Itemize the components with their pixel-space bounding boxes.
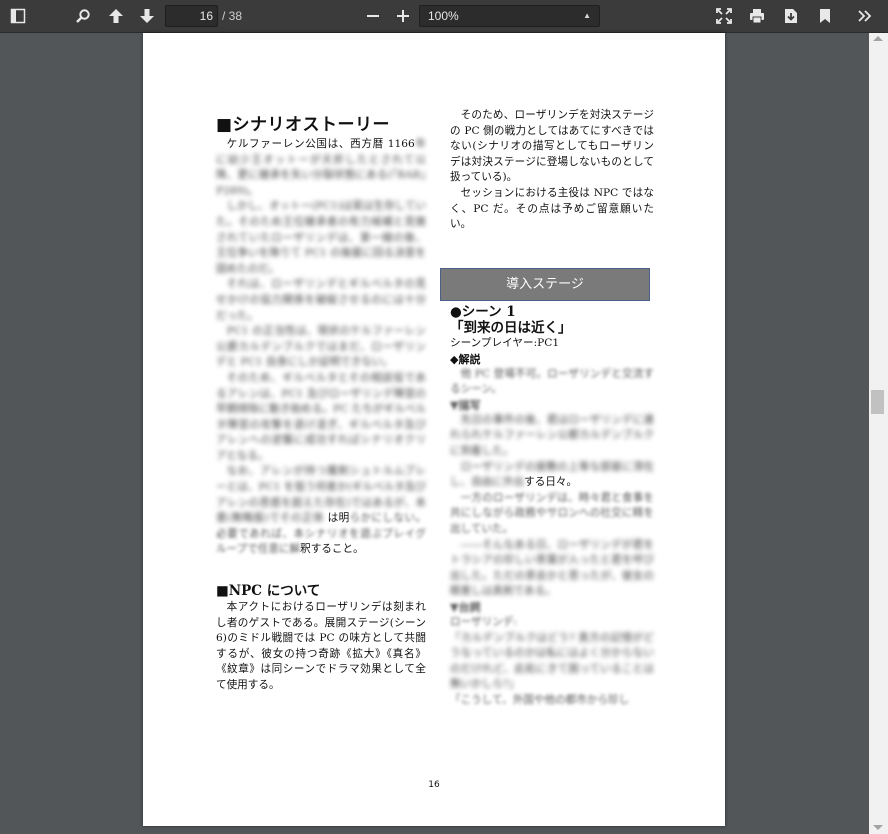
description-heading: ▼描写: [450, 398, 481, 412]
commentary-text: 他 PC 登場不可。ローザリンデと交流するシーン。: [450, 367, 654, 396]
page-number-input[interactable]: 16: [165, 5, 218, 27]
download-icon[interactable]: [779, 4, 803, 28]
npc-heading: ■NPC について: [216, 583, 321, 600]
description-text-1: 先日の事件の後、君はローザリンデに連れられケルファーレン公都カルデンブルクに到着…: [450, 413, 654, 457]
vertical-scrollbar[interactable]: [869, 33, 888, 834]
previous-page-icon[interactable]: [104, 4, 128, 28]
story-paragraph-6: なお、アレンが持つ魔剣シュトルムブレーとは、PC1 を狙う何者か(ギルベルタ及び…: [216, 464, 426, 558]
scene-subtitle: 「到来の日は近く」: [450, 320, 572, 336]
scene-1-section: ●シーン 1 「到来の日は近く」 シーンプレイヤー:PC1 ◆解説 他 PC 登…: [450, 304, 654, 708]
scroll-thumb[interactable]: [871, 390, 884, 414]
page-number: 16: [428, 780, 440, 790]
zoom-select[interactable]: 100% ▲: [419, 5, 600, 27]
document-page: ■シナリオストーリー ケルファーレン公国は、西方暦 1166年に幼少王オットーが…: [143, 33, 725, 826]
zoom-out-icon[interactable]: [361, 4, 385, 28]
zoom-in-icon[interactable]: [391, 4, 415, 28]
more-tools-icon[interactable]: [853, 4, 877, 28]
right-paragraph-1: そのため、ローザリンデを対決ステージの PC 側の戦力としてはあてにすべきではな…: [450, 109, 654, 184]
dialogue-line-1: 「カルデンブルクはどう? 貴方の記憶がどうなっているのかは私にはよく分からないの…: [450, 631, 654, 691]
print-icon[interactable]: [745, 4, 769, 28]
description-text-2: ローザリンデの屋敷の上等な部屋に滞在し、自由に外出する日々。: [450, 460, 654, 491]
speaker-label: ローザリンデ:: [450, 615, 517, 628]
right-column: そのため、ローザリンデを対決ステージの PC 側の戦力としてはあてにすべきではな…: [450, 108, 654, 233]
select-arrow-icon: ▲: [583, 11, 591, 20]
dialogue-line-2: 「こうして、外国や他の都市から珍し: [450, 693, 630, 706]
story-paragraph-3: それは、ローザリンデとギルベルタの見せかけの協力関係を破綻させるのには十分だった…: [216, 278, 426, 322]
page-total-label: / 38: [222, 9, 243, 23]
commentary-heading: ◆解説: [450, 352, 481, 366]
left-column: ■シナリオストーリー ケルファーレン公国は、西方暦 1166年に幼少王オットーが…: [216, 110, 426, 694]
description-text-4: ――そんなある日、ローザリンデが君をトラシアの珍しい茶葉が入ったと君を呼び出した…: [450, 538, 654, 598]
story-text: ケルファーレン公国は、西方暦 1166: [226, 138, 415, 150]
story-paragraph-1: ケルファーレン公国は、西方暦 1166年に幼少王オットーが夭折したとされて以降、…: [216, 137, 426, 199]
description-text-3: 一方のローザリンデは、時々君と食事を共にしながら政務やサロンへの社交に精を出して…: [450, 491, 654, 535]
pdf-toolbar: 16 / 38 100% ▲: [0, 0, 888, 33]
story-text: は明: [327, 512, 350, 525]
right-paragraph-2: セッションにおける主役は NPC ではなく、PC だ。その点は予めご留意願いたい…: [450, 186, 654, 231]
npc-paragraph: 本アクトにおけるローザリンデは刻まれし者のゲストである。展開ステージ(シーン 6…: [216, 601, 426, 691]
scenario-story-heading: ■シナリオストーリー: [216, 115, 391, 135]
scene-title: ●シーン 1: [450, 304, 516, 320]
scene-player: シーンプレイヤー:PC1: [450, 337, 560, 349]
story-paragraph-5: そのため、ギルベルタとその相談役であるアレンは、PC1 及びローザリンデ陣営の早…: [216, 371, 426, 462]
story-text: 釈すること。: [300, 543, 364, 556]
dialogue-heading: ▼台詞: [450, 600, 481, 614]
search-icon[interactable]: [71, 4, 95, 28]
presentation-mode-icon[interactable]: [712, 4, 736, 28]
story-paragraph-2: しかし、オットー(PC1)は実は生存していた。そのため王位継承者の有力候補と見做…: [216, 200, 427, 275]
intro-stage-banner: 導入ステージ: [440, 268, 650, 301]
scroll-down-icon[interactable]: [873, 825, 883, 830]
description-text: する日々。: [524, 476, 578, 489]
sidebar-toggle-icon[interactable]: [6, 4, 30, 28]
zoom-value: 100%: [428, 9, 459, 23]
scroll-up-icon[interactable]: [873, 36, 883, 41]
story-paragraph-4: PC1 の正当性は、現状のケルファーレン公爵カルデンブルクではまだ、ローザリンデ…: [216, 325, 426, 369]
next-page-icon[interactable]: [135, 4, 159, 28]
bookmark-icon[interactable]: [813, 4, 837, 28]
